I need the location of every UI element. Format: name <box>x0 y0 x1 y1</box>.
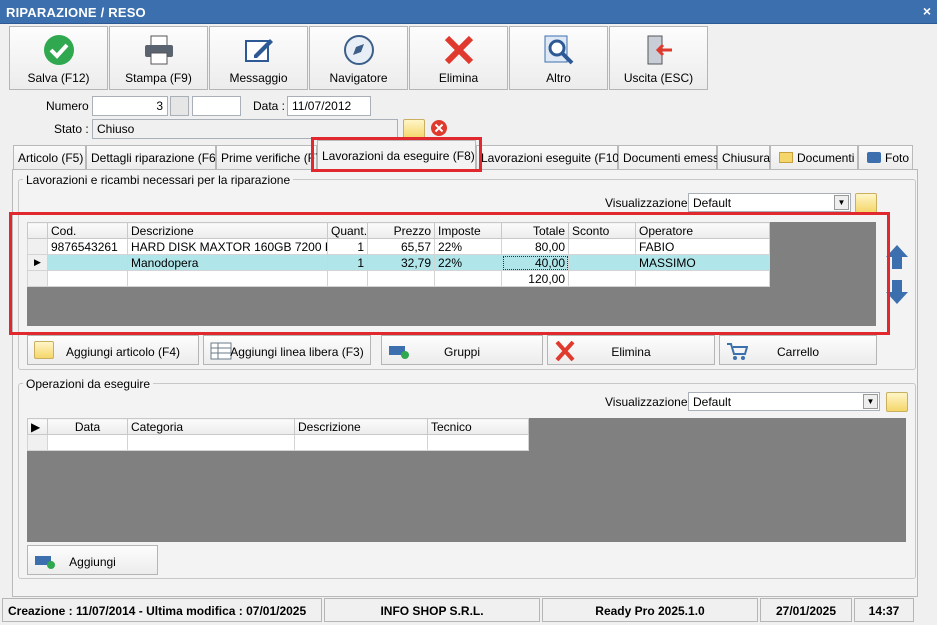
view-select-2[interactable]: Default ▼ <box>688 392 880 411</box>
cell-tecnico[interactable] <box>427 434 529 451</box>
numero-field[interactable]: 3 <box>92 96 168 116</box>
camera-icon <box>867 152 881 163</box>
compass-icon <box>343 35 374 65</box>
add-article-label: Aggiungi articolo (F4) <box>65 345 181 359</box>
tab-foto[interactable]: Foto <box>858 145 913 169</box>
view-select-2-value: Default <box>693 395 732 409</box>
table-header: ▶ Data Categoria Descrizione Tecnico <box>27 418 529 435</box>
operazioni-table: ▶ Data Categoria Descrizione Tecnico <box>27 418 529 451</box>
navigator-label: Navigatore <box>329 71 388 85</box>
stato-label: Stato : <box>54 122 89 136</box>
view-label-2: Visualizzazione : <box>605 395 695 409</box>
tab-lavorazioni-eseguite[interactable]: Lavorazioni eseguite (F10) <box>476 145 623 169</box>
message-label: Messaggio <box>229 71 288 85</box>
highlight-tab <box>311 137 482 172</box>
col-descrizione[interactable]: Descrizione <box>294 418 428 435</box>
add-operation-button[interactable]: Aggiungi <box>27 545 158 575</box>
delete-icon <box>444 35 473 65</box>
groups-button[interactable]: Gruppi <box>381 335 543 365</box>
numero-label: Numero : <box>46 99 96 113</box>
view-select-value: Default <box>693 196 732 210</box>
operazioni-grid: ▶ Data Categoria Descrizione Tecnico <box>27 418 906 542</box>
save-label: Salva (F12) <box>27 71 90 85</box>
other-button[interactable]: Altro <box>509 26 608 90</box>
status-date: 27/01/2025 <box>760 598 852 622</box>
delete-label: Elimina <box>438 71 479 85</box>
window-title: RIPARAZIONE / RESO <box>6 5 146 20</box>
view-label: Visualizzazione : <box>605 196 695 210</box>
add-free-line-button[interactable]: Aggiungi linea libera (F3) <box>203 335 371 365</box>
table-row[interactable] <box>27 434 529 451</box>
col-categoria[interactable]: Categoria <box>127 418 295 435</box>
message-button[interactable]: Messaggio <box>209 26 308 90</box>
folder-icon <box>779 152 793 163</box>
view-select[interactable]: Default ▼ <box>688 193 851 212</box>
clear-icon[interactable] <box>430 119 448 137</box>
status-time: 14:37 <box>854 598 914 622</box>
tab-documenti-label: Documenti <box>797 151 855 165</box>
date-field[interactable]: 11/07/2012 <box>287 96 371 116</box>
chevron-down-icon: ▼ <box>834 195 849 210</box>
cell-descrizione[interactable] <box>294 434 428 451</box>
tab-prime-verifiche[interactable]: Prime verifiche (F7 <box>216 145 322 169</box>
tab-documenti-emessi[interactable]: Documenti emessi <box>618 145 722 169</box>
add-article-button[interactable]: Aggiungi articolo (F4) <box>27 335 199 365</box>
close-icon[interactable]: × <box>923 3 931 19</box>
delete-row-label: Elimina <box>611 345 651 359</box>
message-icon <box>244 39 273 62</box>
title-bar: RIPARAZIONE / RESO × <box>0 0 937 24</box>
col-tecnico[interactable]: Tecnico <box>427 418 529 435</box>
cart-label: Carrello <box>776 345 819 359</box>
cart-button[interactable]: Carrello <box>719 335 877 365</box>
exit-button[interactable]: Uscita (ESC) <box>609 26 708 90</box>
col-data[interactable]: Data <box>47 418 128 435</box>
status-version: Ready Pro 2025.1.0 <box>542 598 758 622</box>
other-label: Altro <box>546 71 571 85</box>
delete-row-button[interactable]: Elimina <box>547 335 715 365</box>
status-created: Creazione : 11/07/2014 - Ultima modifica… <box>2 598 322 622</box>
navigator-button[interactable]: Navigatore <box>309 26 408 90</box>
numero-suffix-button[interactable] <box>170 96 189 116</box>
folder-icon[interactable] <box>855 193 877 213</box>
check-icon <box>43 35 74 65</box>
add-operation-label: Aggiungi <box>69 555 116 569</box>
tab-foto-label: Foto <box>885 151 910 165</box>
tab-dettagli[interactable]: Dettagli riparazione (F6) <box>86 145 220 169</box>
folder-icon[interactable] <box>886 392 908 412</box>
data-label: Data : <box>253 99 286 113</box>
print-button[interactable]: Stampa (F9) <box>109 26 208 90</box>
delete-button[interactable]: Elimina <box>409 26 508 90</box>
cell-data[interactable] <box>47 434 128 451</box>
cell-categoria[interactable] <box>127 434 295 451</box>
numero-extra-field[interactable] <box>192 96 241 116</box>
exit-label: Uscita (ESC) <box>623 71 694 85</box>
tab-documenti[interactable]: Documenti <box>770 145 858 169</box>
lavorazioni-group-title: Lavorazioni e ricambi necessari per la r… <box>23 173 294 187</box>
highlight-grid <box>9 212 890 335</box>
folder-icon[interactable] <box>403 119 425 139</box>
tab-articolo[interactable]: Articolo (F5) <box>13 145 86 169</box>
status-company: INFO SHOP S.R.L. <box>324 598 540 622</box>
row-indicator <box>27 434 48 451</box>
save-button[interactable]: Salva (F12) <box>9 26 108 90</box>
print-label: Stampa (F9) <box>125 71 192 85</box>
tab-chiusura[interactable]: Chiusura <box>717 145 770 169</box>
stato-field[interactable]: Chiuso <box>92 119 398 139</box>
operazioni-group-title: Operazioni da eseguire <box>23 377 154 391</box>
groups-label: Gruppi <box>443 345 481 359</box>
row-pointer-icon: ▶ <box>27 418 48 435</box>
printer-icon <box>144 35 173 65</box>
magnifier-icon <box>544 35 573 65</box>
chevron-down-icon: ▼ <box>863 394 878 409</box>
add-free-line-label: Aggiungi linea libera (F3) <box>230 345 364 359</box>
exit-icon <box>647 35 672 65</box>
